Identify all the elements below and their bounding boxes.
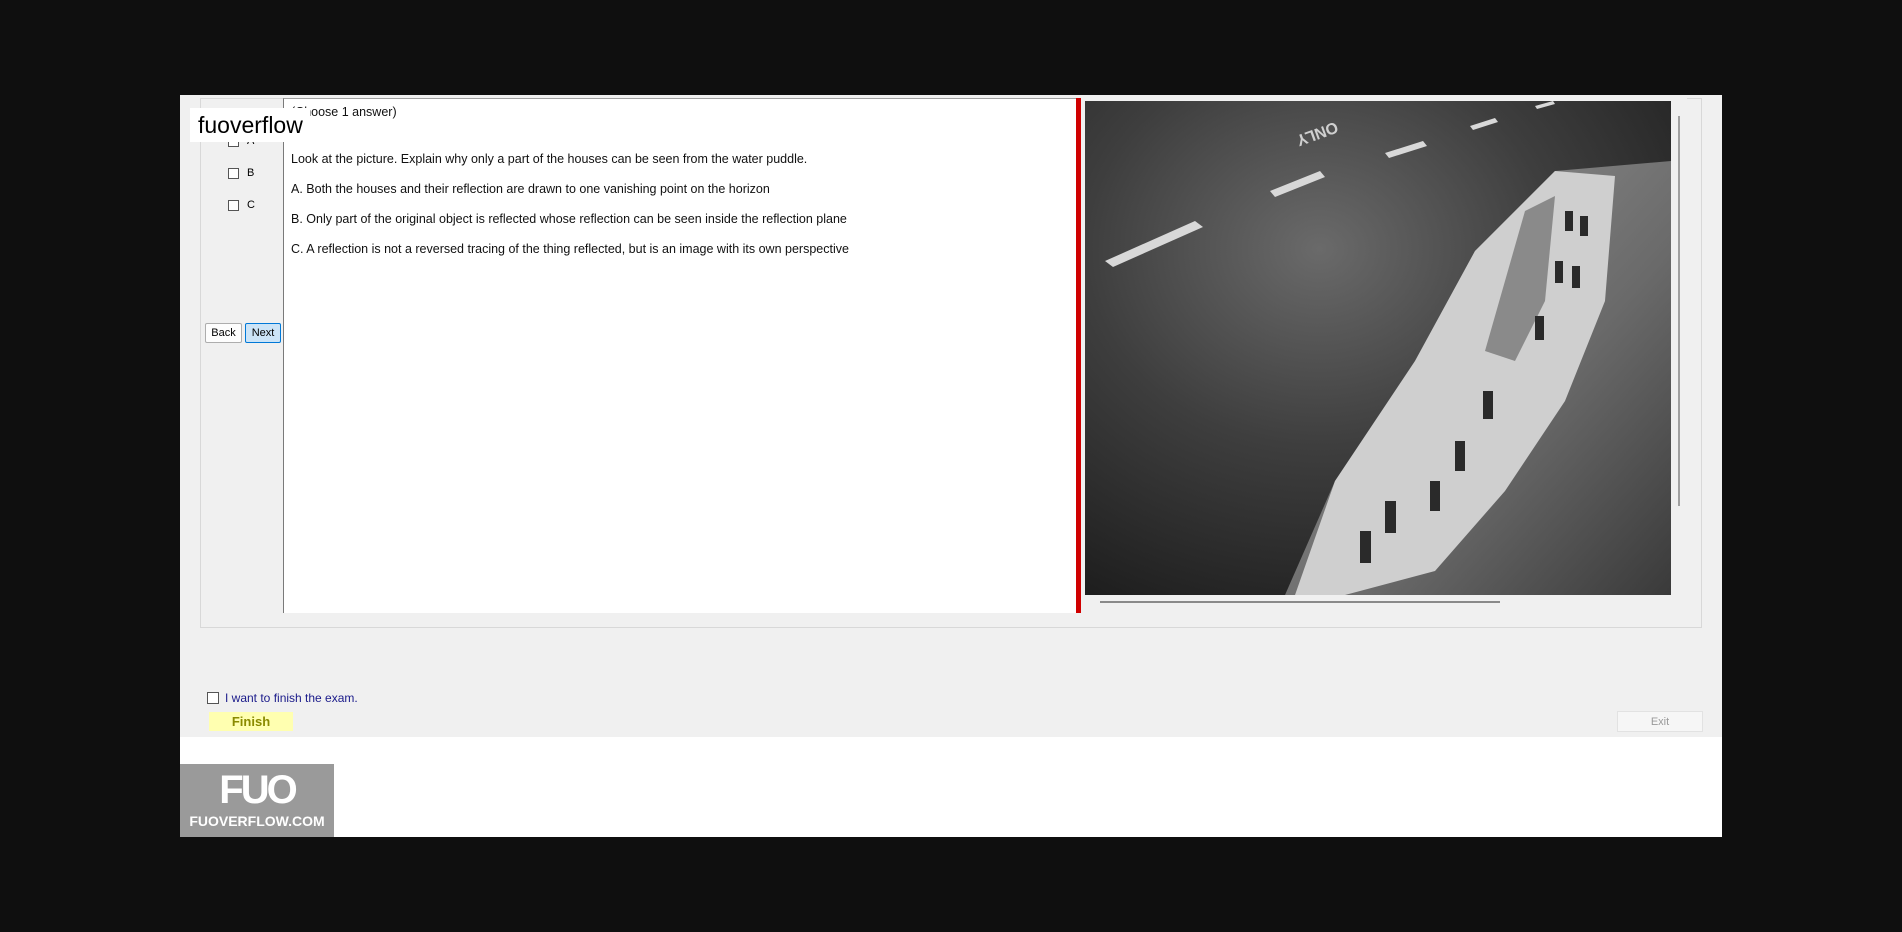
exit-button[interactable]: Exit bbox=[1617, 711, 1703, 732]
finish-checkbox-box[interactable] bbox=[207, 692, 219, 704]
choice-c-text: C. A reflection is not a reversed tracin… bbox=[291, 242, 849, 256]
finish-checkbox-label[interactable]: I want to finish the exam. bbox=[225, 691, 358, 705]
checkbox-c[interactable] bbox=[228, 199, 239, 211]
next-button[interactable]: Next bbox=[245, 323, 281, 343]
watermark-label: fuoverflow bbox=[190, 108, 310, 142]
choice-a-text: A. Both the houses and their reflection … bbox=[291, 182, 770, 196]
bottom-strip bbox=[180, 737, 1722, 837]
fuoverflow-logo: FUO FUOVERFLOW.COM bbox=[180, 764, 334, 837]
back-button[interactable]: Back bbox=[205, 323, 242, 343]
image-vertical-scrollbar[interactable] bbox=[1678, 116, 1680, 506]
image-horizontal-scrollbar[interactable] bbox=[1100, 601, 1500, 603]
question-pane bbox=[283, 98, 1076, 613]
finish-exam-checkbox[interactable]: I want to finish the exam. bbox=[207, 691, 358, 705]
finish-button[interactable]: Finish bbox=[209, 712, 293, 731]
answer-option-b[interactable]: B bbox=[228, 167, 254, 179]
logo-site: FUOVERFLOW.COM bbox=[189, 813, 325, 829]
answer-option-c[interactable]: C bbox=[228, 199, 255, 211]
answer-option-label: B bbox=[247, 167, 255, 179]
question-image: ONLY bbox=[1085, 101, 1671, 595]
choice-b-text: B. Only part of the original object is r… bbox=[291, 212, 847, 226]
question-prompt: Look at the picture. Explain why only a … bbox=[291, 152, 808, 166]
answer-option-label: C bbox=[247, 199, 255, 211]
logo-mark: FUO bbox=[219, 768, 297, 812]
checkbox-b[interactable] bbox=[228, 167, 239, 179]
